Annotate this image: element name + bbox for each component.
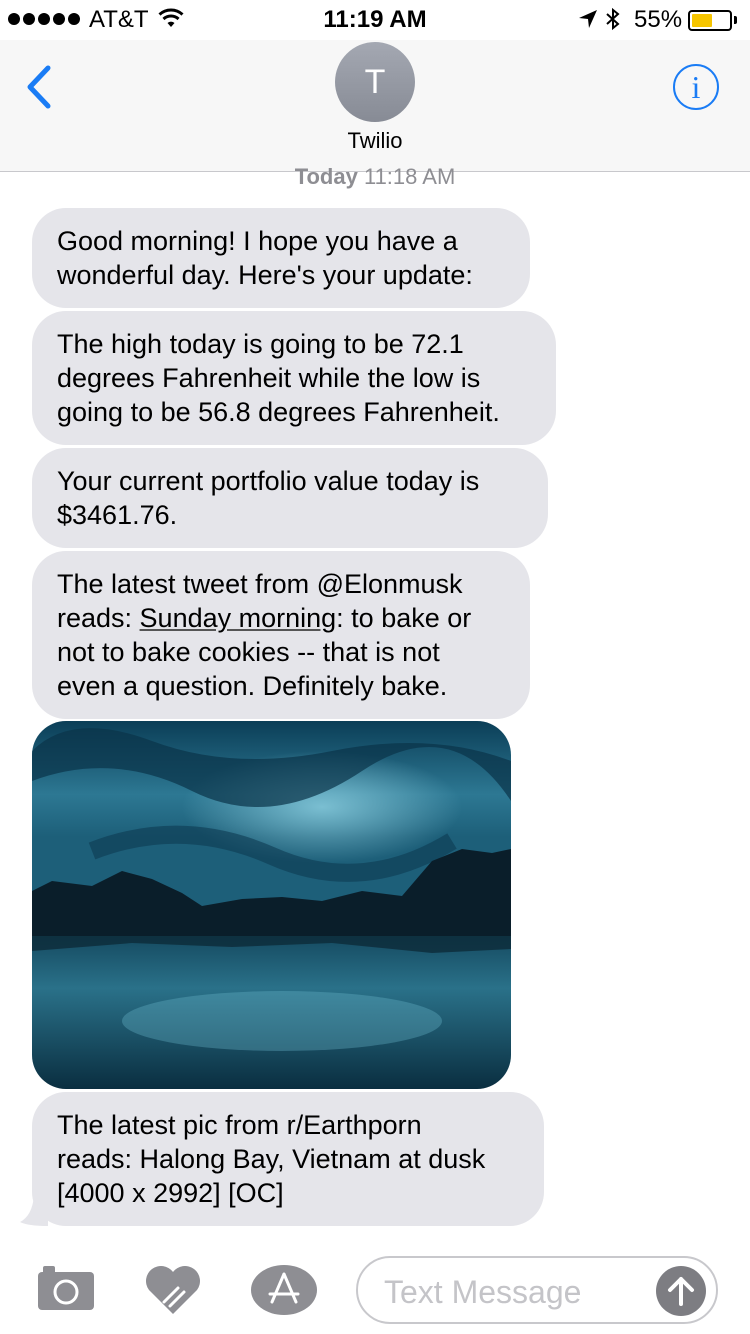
message-line: $3461.76. <box>57 500 178 530</box>
message-line: not to bake cookies -- that is not <box>57 637 440 667</box>
landscape-photo[interactable] <box>32 721 511 1089</box>
message-line: reads: Halong Bay, Vietnam at dusk <box>57 1144 486 1174</box>
message-bubble[interactable]: Your current portfolio value today is $3… <box>32 448 548 548</box>
message-bubble[interactable]: The latest pic from r/Earthporn reads: H… <box>32 1092 544 1226</box>
camera-icon[interactable] <box>37 1264 95 1312</box>
battery-level-fill <box>692 14 712 27</box>
contact-name[interactable]: Twilio <box>0 128 750 154</box>
message-line: The high today is going to be 72.1 <box>57 329 464 359</box>
message-bubble[interactable]: The latest tweet from @Elonmusk reads: S… <box>32 551 530 719</box>
message-line: reads: Sunday morning: to bake or <box>57 601 530 635</box>
message-line: even a question. Definitely bake. <box>57 671 448 701</box>
thread-timestamp: Today 11:18 AM <box>0 164 750 190</box>
message-line: degrees Fahrenheit while the low is <box>57 363 481 393</box>
digital-touch-heart-icon[interactable] <box>144 1262 202 1316</box>
message-line: Your current portfolio value today is <box>57 466 480 496</box>
battery-icon <box>688 10 732 31</box>
info-button[interactable]: i <box>673 64 719 110</box>
back-chevron-icon[interactable] <box>22 62 58 112</box>
contact-avatar[interactable]: T <box>335 42 415 122</box>
send-arrow-icon <box>668 1277 694 1306</box>
timestamp-time: 11:18 AM <box>363 164 456 189</box>
bluetooth-icon <box>606 7 620 31</box>
bubble-tail <box>20 1196 48 1226</box>
message-line: wonderful day. Here's your update: <box>57 260 473 290</box>
conversation-header: T Twilio i <box>0 40 750 172</box>
message-input[interactable] <box>384 1274 654 1311</box>
message-bubble[interactable]: Good morning! I hope you have a wonderfu… <box>32 208 530 308</box>
send-button[interactable] <box>656 1266 706 1316</box>
message-line: [4000 x 2992] [OC] <box>57 1178 284 1208</box>
message-line: The latest tweet from @Elonmusk <box>57 569 463 599</box>
message-line: Good morning! I hope you have a <box>57 226 458 256</box>
message-composer[interactable] <box>356 1256 718 1324</box>
message-text: reads: <box>57 603 140 633</box>
message-bubble[interactable]: The high today is going to be 72.1 degre… <box>32 311 556 445</box>
message-line: going to be 56.8 degrees Fahrenheit. <box>57 397 500 427</box>
app-store-icon[interactable] <box>250 1264 318 1316</box>
message-line: The latest pic from r/Earthporn <box>57 1110 422 1140</box>
battery-percent: 55% <box>634 6 683 33</box>
battery-tip <box>734 16 737 24</box>
status-bar: AT&T 11:19 AM 55% <box>0 0 750 40</box>
photo-image <box>32 721 511 1089</box>
location-arrow-icon <box>579 10 597 28</box>
timestamp-day: Today <box>294 164 358 189</box>
date-link[interactable]: Sunday morning <box>140 603 337 633</box>
message-text: : to bake or <box>336 603 472 633</box>
